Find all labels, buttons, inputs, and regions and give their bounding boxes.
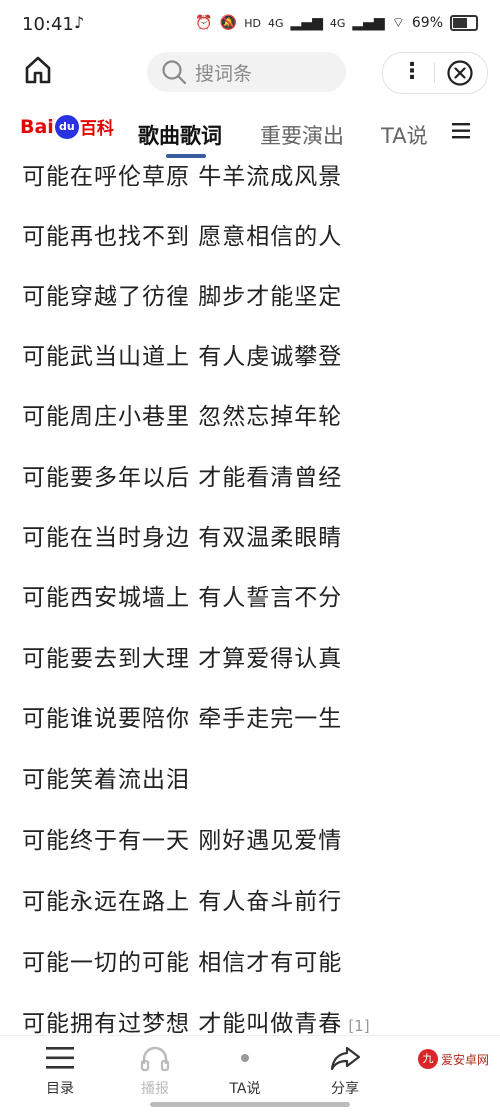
capsule-divider — [434, 63, 435, 83]
lyric-line: 可能穿越了彷徨 脚步才能坚定 — [22, 284, 343, 310]
lyric-line: 可能西安城墙上 有人誓言不分 — [22, 585, 343, 611]
lyric-line: 可能永远在路上 有人奋斗前行 — [22, 889, 343, 915]
signal-2-label: 4G — [329, 16, 346, 30]
catalog-icon — [46, 1047, 74, 1069]
close-icon[interactable] — [446, 59, 474, 87]
lyric-line: 可能谁说要陪你 牵手走完一生 — [22, 706, 343, 732]
broadcast-label: 播报 — [141, 1081, 169, 1097]
tab-bar: Bai du 百科 歌曲歌词 重要演出 TA说 — [0, 104, 500, 158]
lyric-line: 可能拥有过梦想 才能叫做青春 [1] — [22, 1004, 370, 1035]
lyric-line: 可能武当山道上 有人虔诚攀登 — [22, 344, 343, 370]
tab-ta-says[interactable]: TA说 — [381, 120, 433, 150]
active-tab-indicator — [166, 154, 206, 158]
lyric-line: 可能在呼伦草原 牛羊流成风景 — [22, 164, 343, 190]
catalog-label: 目录 — [46, 1081, 74, 1097]
watermark-text: 爱安卓网 — [441, 1052, 490, 1067]
capsule-menu: ⋮ — [382, 52, 488, 94]
reference-link[interactable]: [1] — [348, 1017, 369, 1035]
wifi-icon: ⌔ — [391, 15, 405, 31]
logo-bai: Bai — [20, 115, 54, 138]
status-icons: ⏰ 🔕 HD 4G ▂▄▆ 4G ▂▄▆ ⌔ 69% — [195, 14, 478, 32]
broadcast-button[interactable]: 播报 — [115, 1044, 195, 1098]
lyric-line: 可能终于有一天 刚好遇见爱情 — [22, 828, 343, 854]
lyric-line: 可能要去到大理 才算爱得认真 — [22, 646, 343, 672]
lyric-line: 可能再也找不到 愿意相信的人 — [22, 224, 343, 250]
tiktok-icon: ♪ — [74, 13, 85, 32]
logo-paw: du — [54, 114, 79, 139]
top-bar: 搜词条 ⋮ — [0, 52, 500, 94]
tab-performances[interactable]: 重要演出 — [260, 120, 344, 150]
home-icon — [25, 56, 51, 84]
status-bar: 10:41 ♪ ⏰ 🔕 HD 4G ▂▄▆ 4G ▂▄▆ ⌔ 69% — [0, 0, 500, 52]
lyric-line: 可能在当时身边 有双温柔眼睛 — [22, 525, 343, 551]
lyric-line: 可能笑着流出泪 — [22, 767, 190, 793]
baike-logo[interactable]: Bai du 百科 — [20, 114, 114, 139]
lyrics-section: 可能在呼伦草原 牛羊流成风景 可能再也找不到 愿意相信的人 可能穿越了彷徨 脚步… — [0, 142, 500, 1035]
tabs-menu-icon[interactable] — [452, 122, 472, 140]
catalog-button[interactable]: 目录 — [20, 1044, 100, 1098]
battery-percent: 69% — [411, 15, 443, 31]
lyric-line-text: 可能拥有过梦想 才能叫做青春 — [22, 1011, 343, 1035]
search-icon — [162, 60, 187, 85]
search-box[interactable]: 搜词条 — [147, 52, 346, 92]
share-label: 分享 — [331, 1081, 359, 1097]
signal-2-icon: ▂▄▆ — [352, 15, 385, 31]
search-placeholder: 搜词条 — [195, 62, 253, 85]
gesture-bar[interactable] — [150, 1102, 350, 1107]
tab-lyrics[interactable]: 歌曲歌词 — [138, 120, 222, 150]
ta-says-button[interactable]: TA说 — [205, 1044, 285, 1098]
signal-1-label: 4G — [268, 16, 284, 30]
ta-says-icon — [241, 1054, 249, 1062]
home-button[interactable] — [20, 52, 56, 88]
hd-badge: HD — [244, 16, 262, 30]
headphones-icon — [140, 1046, 170, 1072]
more-options-icon[interactable]: ⋮ — [401, 59, 423, 84]
alarm-icon: ⏰ — [195, 15, 213, 31]
mute-icon: 🔕 — [219, 15, 238, 31]
logo-baike: 百科 — [79, 119, 114, 139]
site-watermark: 九 爱安卓网 — [418, 1046, 492, 1072]
lyric-line: 可能一切的可能 相信才有可能 — [22, 950, 343, 976]
battery-icon — [450, 15, 478, 31]
status-time: 10:41 — [22, 14, 74, 35]
signal-1-icon: ▂▄▆ — [290, 15, 323, 31]
share-button[interactable]: 分享 — [305, 1044, 385, 1098]
share-icon — [330, 1046, 361, 1071]
lyric-line: 可能要多年以后 才能看清曾经 — [22, 465, 343, 491]
ta-says-label: TA说 — [229, 1081, 261, 1097]
lyric-line: 可能周庄小巷里 忽然忘掉年轮 — [22, 404, 343, 430]
watermark-logo: 九 — [418, 1049, 438, 1069]
